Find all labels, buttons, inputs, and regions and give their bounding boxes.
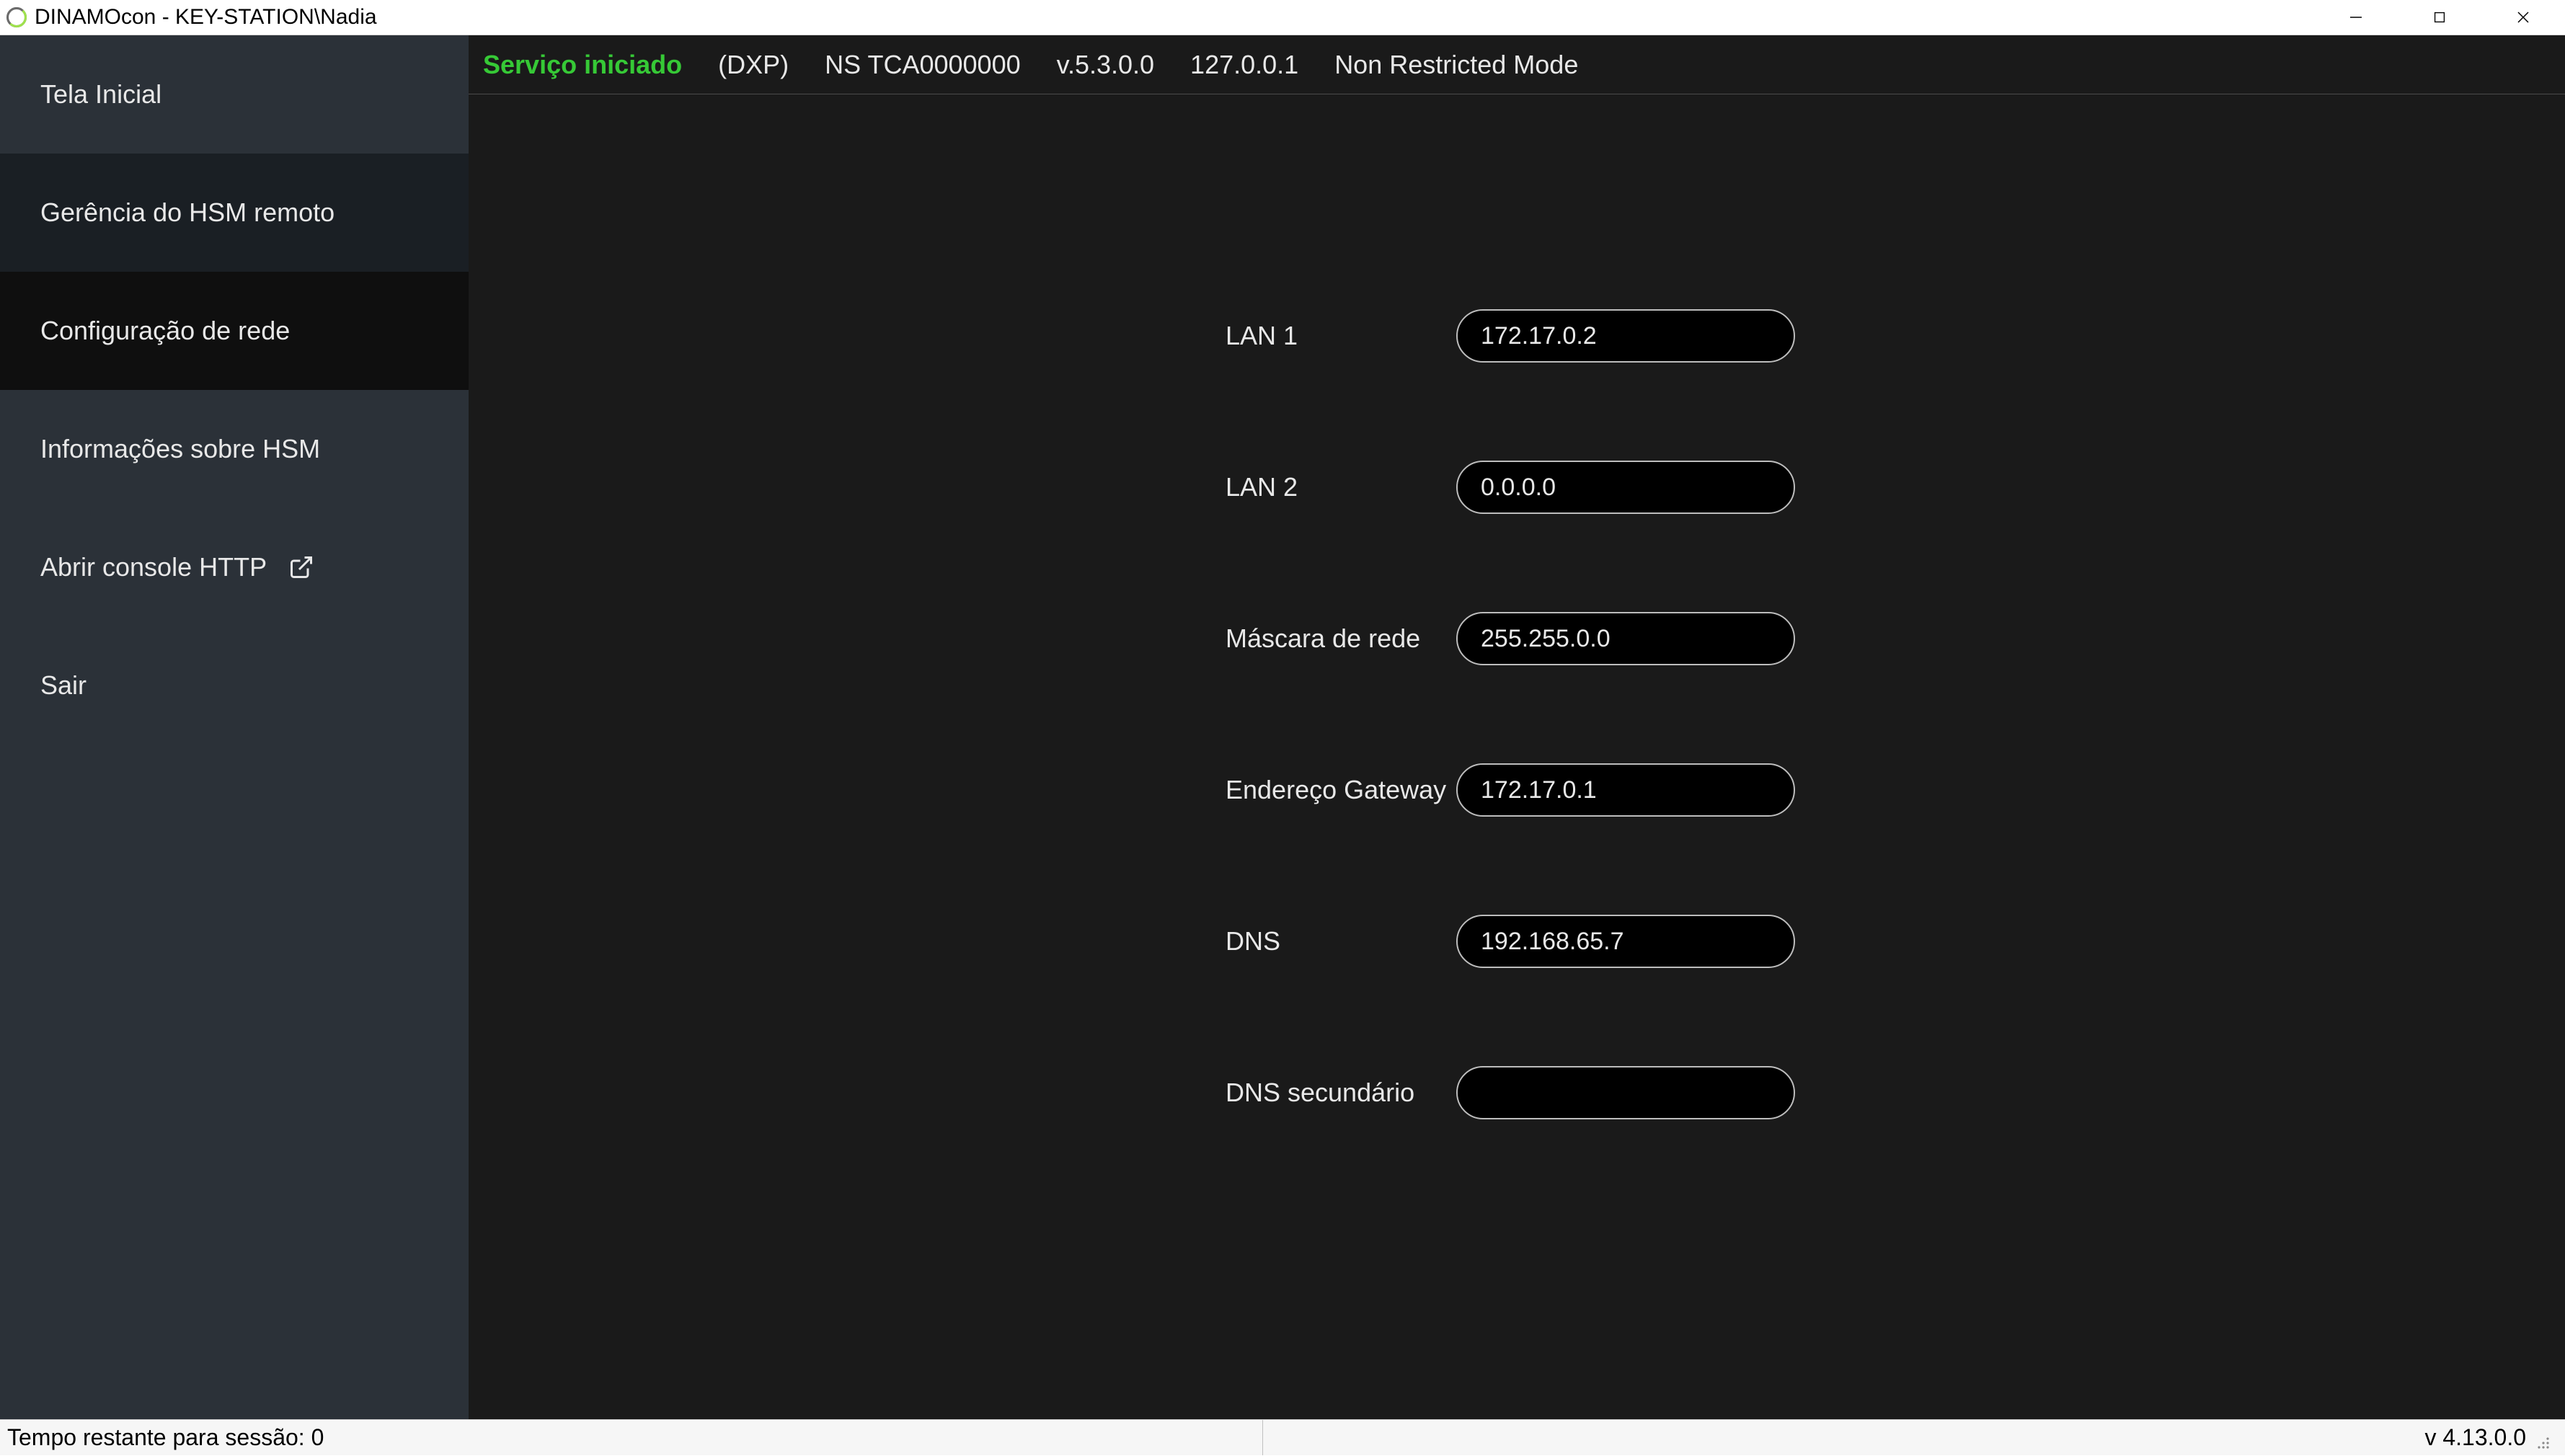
app-icon (6, 6, 27, 28)
lan1-input[interactable] (1456, 309, 1795, 363)
sidebar-item-label: Informações sobre HSM (40, 434, 320, 464)
status-bar: Serviço iniciado (DXP) NS TCA0000000 v.5… (469, 35, 2565, 94)
resize-grip-icon[interactable] (2533, 1429, 2551, 1447)
netmask-input[interactable] (1456, 612, 1795, 665)
sidebar-item-label: Tela Inicial (40, 79, 161, 110)
lan1-label: LAN 1 (1226, 321, 1456, 351)
minimize-button[interactable] (2314, 0, 2398, 35)
sidebar-item-label: Configuração de rede (40, 316, 290, 346)
sidebar: Tela Inicial Gerência do HSM remoto Conf… (0, 35, 469, 1419)
lan2-input[interactable] (1456, 461, 1795, 514)
status-serial: NS TCA0000000 (825, 50, 1021, 80)
sidebar-item-hsm-info[interactable]: Informações sobre HSM (0, 390, 469, 508)
titlebar: DINAMOcon - KEY-STATION\Nadia (0, 0, 2565, 35)
sidebar-item-label: Gerência do HSM remoto (40, 197, 335, 228)
dns-label: DNS (1226, 926, 1456, 956)
sidebar-item-http-console[interactable]: Abrir console HTTP (0, 508, 469, 626)
dns-input[interactable] (1456, 915, 1795, 968)
status-service-state: Serviço iniciado (483, 50, 682, 80)
external-link-icon (288, 554, 314, 580)
sidebar-item-remote-hsm[interactable]: Gerência do HSM remoto (0, 154, 469, 272)
dns2-label: DNS secundário (1226, 1078, 1456, 1108)
sidebar-item-label: Sair (40, 670, 87, 701)
dns2-input[interactable] (1456, 1066, 1795, 1119)
sidebar-item-exit[interactable]: Sair (0, 626, 469, 745)
sidebar-item-network-config[interactable]: Configuração de rede (0, 272, 469, 390)
close-button[interactable] (2481, 0, 2565, 35)
netmask-label: Máscara de rede (1226, 623, 1456, 654)
status-model: (DXP) (718, 50, 789, 80)
session-time-label: Tempo restante para sessão: (7, 1424, 305, 1451)
sidebar-item-home[interactable]: Tela Inicial (0, 35, 469, 154)
network-config-form: LAN 1 LAN 2 Máscara de rede Endereço Gat… (469, 94, 2565, 1419)
gateway-label: Endereço Gateway (1226, 775, 1456, 805)
session-time-value: 0 (311, 1424, 324, 1451)
sidebar-item-label: Abrir console HTTP (40, 552, 267, 582)
status-version: v.5.3.0.0 (1057, 50, 1154, 80)
window-title: DINAMOcon - KEY-STATION\Nadia (35, 5, 377, 30)
lan2-label: LAN 2 (1226, 472, 1456, 502)
app-version: v 4.13.0.0 (2424, 1424, 2526, 1451)
maximize-button[interactable] (2398, 0, 2481, 35)
status-ip: 127.0.0.1 (1190, 50, 1298, 80)
gateway-input[interactable] (1456, 763, 1795, 817)
footer: Tempo restante para sessão: 0 v 4.13.0.0 (0, 1419, 2565, 1455)
status-mode: Non Restricted Mode (1334, 50, 1578, 80)
